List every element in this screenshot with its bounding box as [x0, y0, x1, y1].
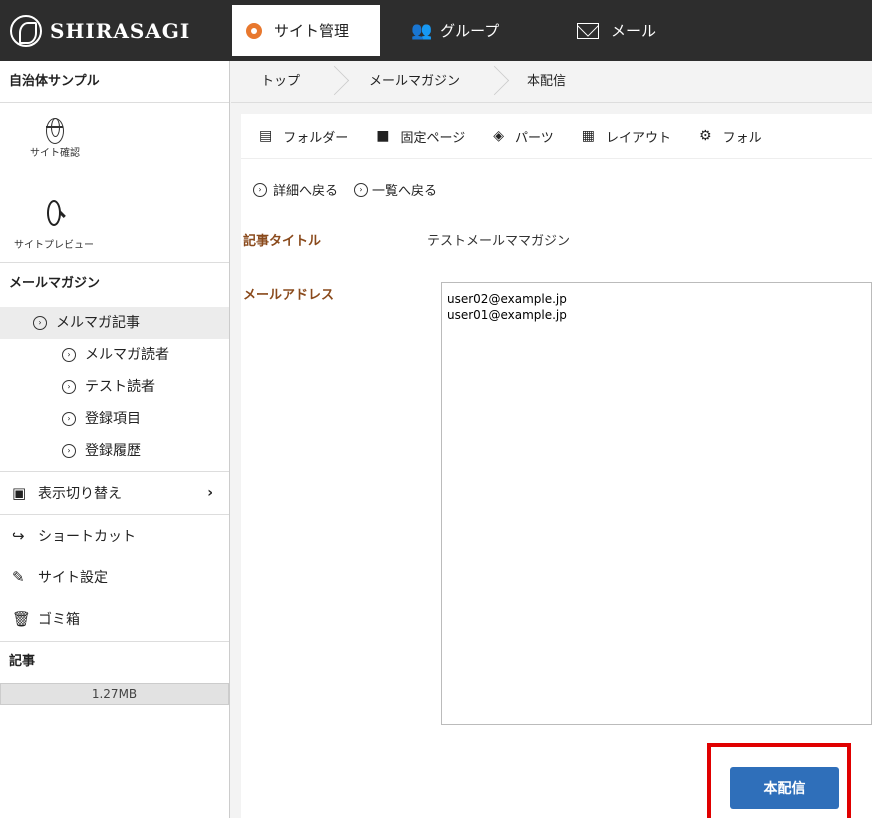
tab-site-management[interactable]: サイト管理	[232, 5, 380, 56]
nav-label: フォル	[722, 130, 762, 146]
breadcrumb-separator	[483, 61, 503, 103]
sidebar-item-label: 登録履歴	[85, 443, 141, 459]
globe-icon	[46, 118, 64, 144]
back-to-detail-link[interactable]: › 詳細へ戻る	[253, 180, 338, 199]
chevron-circle-icon: ›	[253, 182, 267, 197]
display-icon: ▣	[12, 484, 27, 502]
menu-label: サイト設定	[38, 570, 108, 586]
top-bar: SHIRASAGI サイト管理 👥 グループ メール	[0, 0, 872, 61]
menu-section: ▣ 表示切り替え › ↪ ショートカット ✎ サイト設定 🗑 ゴミ箱	[0, 471, 229, 640]
sidebar-item-readers[interactable]: › メルマガ読者	[0, 339, 229, 371]
section-title[interactable]: メールマガジン	[0, 263, 229, 305]
sidebar-item-articles[interactable]: › メルマガ記事	[0, 307, 229, 339]
chevron-circle-icon: ›	[62, 380, 76, 394]
sidebar-item-test-readers[interactable]: › テスト読者	[0, 371, 229, 403]
address-label: メールアドレス	[243, 288, 335, 303]
chevron-circle-icon: ›	[62, 444, 76, 458]
group-icon: 👥	[411, 20, 432, 41]
breadcrumb-top[interactable]: トップ	[261, 61, 300, 103]
chevron-circle-icon: ›	[62, 348, 76, 362]
mailmagazine-section: メールマガジン › メルマガ記事 › メルマガ読者 › テスト読者 › 登録項目…	[0, 262, 229, 467]
sidebar-item-label: メルマガ読者	[85, 347, 169, 363]
trash-icon: 🗑	[12, 610, 32, 628]
logo[interactable]: SHIRASAGI	[0, 0, 230, 61]
page-icon: ■	[376, 128, 390, 144]
logo-icon	[10, 14, 42, 47]
storage-quota: 1.27MB	[0, 683, 229, 705]
menu-label: ショートカット	[38, 528, 136, 545]
layout-icon: ▦	[581, 128, 595, 144]
back-to-list-link[interactable]: › 一覧へ戻る	[354, 180, 437, 199]
site-check-button[interactable]: サイト確認	[0, 115, 110, 159]
sidebar-item-label: テスト読者	[85, 379, 155, 395]
sidebar-item-registration-fields[interactable]: › 登録項目	[0, 403, 229, 435]
nav-fixed-page[interactable]: ■ 固定ページ	[376, 127, 465, 146]
menu-label: ゴミ箱	[38, 612, 80, 628]
folder-icon: ▤	[259, 128, 273, 144]
chevron-right-icon: ›	[207, 485, 213, 501]
nav-label: レイアウト	[606, 130, 672, 146]
nav-label: パーツ	[515, 130, 554, 146]
tab-label: メール	[611, 22, 657, 40]
shortcut-menu[interactable]: ↪ ショートカット	[0, 514, 229, 556]
site-preview-button[interactable]: サイトプレビュー	[0, 195, 109, 251]
nav-layout[interactable]: ▦ レイアウト	[582, 127, 671, 146]
tab-group[interactable]: 👥 グループ	[395, 5, 555, 56]
site-preview-label: サイトプレビュー	[14, 240, 94, 251]
highlight-box	[707, 743, 851, 818]
articles-title: 記事	[9, 654, 36, 669]
site-name[interactable]: 自治体サンプル	[0, 61, 229, 103]
display-switch-menu[interactable]: ▣ 表示切り替え ›	[0, 472, 229, 514]
nav-folder[interactable]: ▤ フォルダー	[259, 127, 348, 146]
link-label: 一覧へ戻る	[372, 184, 438, 199]
tab-label: サイト管理	[274, 22, 350, 40]
mail-icon	[577, 22, 599, 39]
chevron-circle-icon: ›	[354, 182, 369, 197]
site-settings-menu[interactable]: ✎ サイト設定	[0, 556, 229, 598]
gear-icon	[246, 22, 262, 39]
shortcut-icon: ↪	[12, 526, 25, 545]
breadcrumb: トップ メールマガジン 本配信	[231, 61, 872, 103]
trash-menu[interactable]: 🗑 ゴミ箱	[0, 598, 229, 640]
tab-mail[interactable]: メール	[565, 5, 705, 56]
breadcrumb-current: 本配信	[527, 74, 567, 89]
parts-icon: ◈	[493, 128, 505, 144]
settings-icon: ⚙	[699, 128, 712, 144]
content-navbar: ▤ フォルダー ■ 固定ページ ◈ パーツ ▦ レイアウト ⚙ フォル	[241, 114, 872, 159]
nav-label: フォルダー	[283, 130, 349, 146]
menu-label: 表示切り替え	[38, 486, 122, 502]
back-links: › 詳細へ戻る › 一覧へ戻る	[253, 180, 453, 199]
title-label: 記事タイトル	[243, 234, 322, 249]
sidebar: 自治体サンプル サイト確認 サイトプレビュー メールマガジン › メルマガ記事 …	[0, 61, 230, 818]
chevron-circle-icon: ›	[62, 412, 76, 426]
sidebar-item-registration-history[interactable]: › 登録履歴	[0, 435, 229, 467]
link-label: 詳細へ戻る	[273, 184, 339, 199]
breadcrumb-mailmagazine[interactable]: メールマガジン	[369, 61, 460, 103]
sidebar-item-label: メルマガ記事	[56, 315, 140, 331]
main-content: ▤ フォルダー ■ 固定ページ ◈ パーツ ▦ レイアウト ⚙ フォル › 詳細…	[241, 114, 872, 818]
tab-label: グループ	[440, 22, 500, 40]
breadcrumb-separator	[323, 61, 343, 103]
nav-label: 固定ページ	[400, 130, 466, 146]
wrench-icon: ✎	[12, 568, 25, 586]
logo-text: SHIRASAGI	[50, 18, 191, 43]
sidebar-item-label: 登録項目	[85, 411, 141, 427]
chevron-circle-icon: ›	[33, 316, 47, 330]
nav-parts[interactable]: ◈ パーツ	[493, 127, 554, 146]
title-value: テストメールママガジン	[427, 234, 571, 249]
search-icon	[47, 200, 61, 226]
site-check-label: サイト確認	[30, 148, 80, 159]
email-addresses-textarea[interactable]: user02@example.jp user01@example.jp	[441, 282, 872, 725]
nav-folder-settings[interactable]: ⚙ フォル	[699, 127, 762, 146]
articles-section: 記事	[0, 641, 229, 682]
